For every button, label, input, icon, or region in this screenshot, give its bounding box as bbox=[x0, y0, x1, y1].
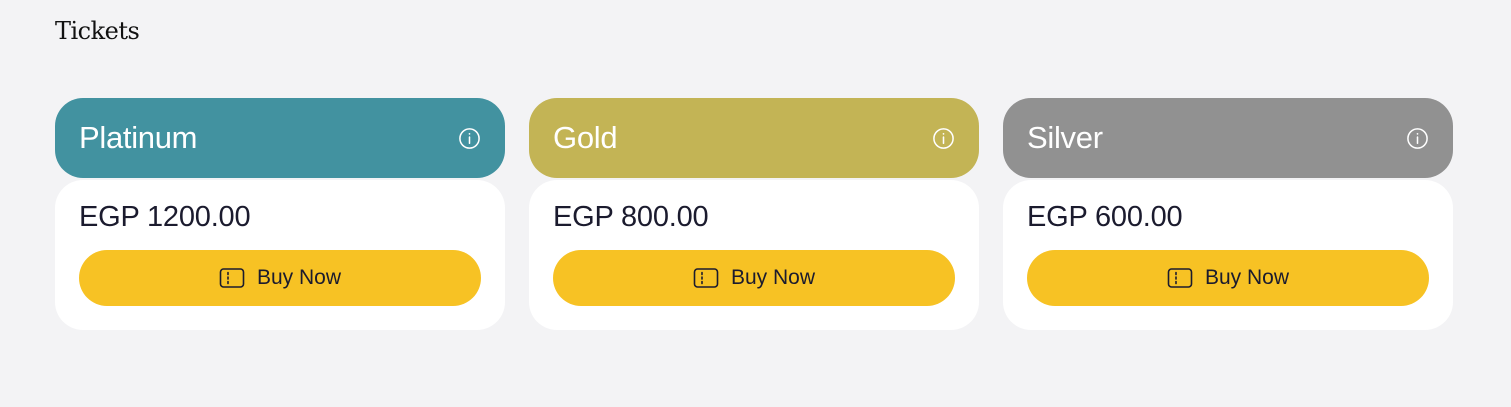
ticket-card-silver: Silver EGP 600.00 Buy Now bbox=[1003, 98, 1453, 330]
ticket-name: Silver bbox=[1027, 120, 1103, 155]
ticket-card-gold: Gold EGP 800.00 Buy Now bbox=[529, 98, 979, 330]
ticket-header: Silver bbox=[1003, 98, 1453, 178]
info-icon[interactable] bbox=[932, 127, 955, 150]
buy-button-label: Buy Now bbox=[730, 266, 816, 289]
ticket-price: EGP 600.00 bbox=[1027, 201, 1183, 233]
ticket-header: Platinum bbox=[55, 98, 505, 178]
buy-button-label: Buy Now bbox=[256, 266, 342, 289]
ticket-list: Platinum EGP 1200.00 Buy Now Gold EGP 80… bbox=[55, 98, 1453, 330]
info-icon[interactable] bbox=[458, 127, 481, 150]
buy-now-button[interactable]: Buy Now bbox=[1027, 250, 1429, 306]
page-title: Tickets bbox=[55, 17, 140, 45]
ticket-icon bbox=[219, 267, 245, 289]
info-icon[interactable] bbox=[1406, 127, 1429, 150]
ticket-header: Gold bbox=[529, 98, 979, 178]
ticket-body: EGP 600.00 Buy Now bbox=[1003, 180, 1453, 330]
ticket-name: Gold bbox=[553, 120, 618, 155]
buy-button-label: Buy Now bbox=[1204, 266, 1290, 289]
ticket-icon bbox=[1167, 267, 1193, 289]
ticket-body: EGP 800.00 Buy Now bbox=[529, 180, 979, 330]
ticket-card-platinum: Platinum EGP 1200.00 Buy Now bbox=[55, 98, 505, 330]
ticket-icon bbox=[693, 267, 719, 289]
ticket-name: Platinum bbox=[79, 120, 198, 155]
ticket-body: EGP 1200.00 Buy Now bbox=[55, 180, 505, 330]
ticket-price: EGP 800.00 bbox=[553, 201, 709, 233]
buy-now-button[interactable]: Buy Now bbox=[79, 250, 481, 306]
buy-now-button[interactable]: Buy Now bbox=[553, 250, 955, 306]
ticket-price: EGP 1200.00 bbox=[79, 201, 251, 233]
